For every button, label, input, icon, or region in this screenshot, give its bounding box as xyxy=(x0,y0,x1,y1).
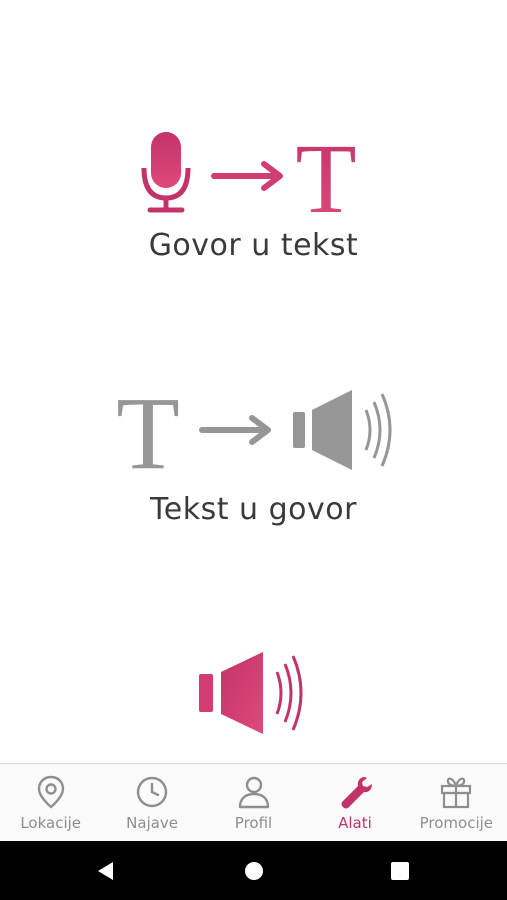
speaker-icon xyxy=(199,652,303,734)
recents-button[interactable] xyxy=(370,841,430,900)
text-to-speech-label: Tekst u govor xyxy=(150,492,357,527)
wrench-icon xyxy=(341,777,372,809)
text-letter-glyph: T xyxy=(116,388,180,474)
tools-screen: T Govor u tekst T Tekst u govor xyxy=(0,0,507,763)
gift-icon xyxy=(441,777,472,809)
back-button[interactable] xyxy=(76,841,136,900)
nav-label: Profil xyxy=(234,814,273,832)
back-triangle-icon xyxy=(98,862,113,880)
nav-item-alati[interactable]: Alati xyxy=(304,764,405,841)
home-circle-icon xyxy=(245,862,263,880)
nav-item-profil[interactable]: Profil xyxy=(203,764,304,841)
text-letter-glyph: T xyxy=(295,126,356,218)
speech-to-text-label: Govor u tekst xyxy=(148,228,359,263)
microphone-icon xyxy=(141,132,191,213)
arrow-right-icon xyxy=(211,161,283,191)
user-icon xyxy=(238,776,269,809)
speaker-icon xyxy=(293,390,392,470)
nav-item-najave[interactable]: Najave xyxy=(101,764,202,841)
nav-label: Najave xyxy=(126,814,179,832)
text-to-speaker-icon: T xyxy=(116,388,392,474)
nav-label: Lokacije xyxy=(20,814,82,832)
system-navigation-bar xyxy=(0,841,507,900)
nav-item-lokacije[interactable]: Lokacije xyxy=(0,764,101,841)
text-to-speech-tool[interactable]: T Tekst u govor xyxy=(0,380,507,540)
arrow-right-icon xyxy=(199,415,271,445)
home-button[interactable] xyxy=(224,841,284,900)
nav-item-promocije[interactable]: Promocije xyxy=(406,764,507,841)
nav-label: Promocije xyxy=(419,814,494,832)
clock-icon xyxy=(136,776,168,808)
speech-to-text-tool[interactable]: T Govor u tekst xyxy=(0,118,507,278)
recents-square-icon xyxy=(391,862,409,880)
nav-label: Alati xyxy=(338,814,372,832)
location-pin-icon xyxy=(37,775,64,809)
audio-tool[interactable] xyxy=(0,640,507,750)
bottom-navigation: Lokacije Najave Profil Alati Promocije xyxy=(0,763,507,841)
mic-to-text-icon: T xyxy=(141,126,357,218)
